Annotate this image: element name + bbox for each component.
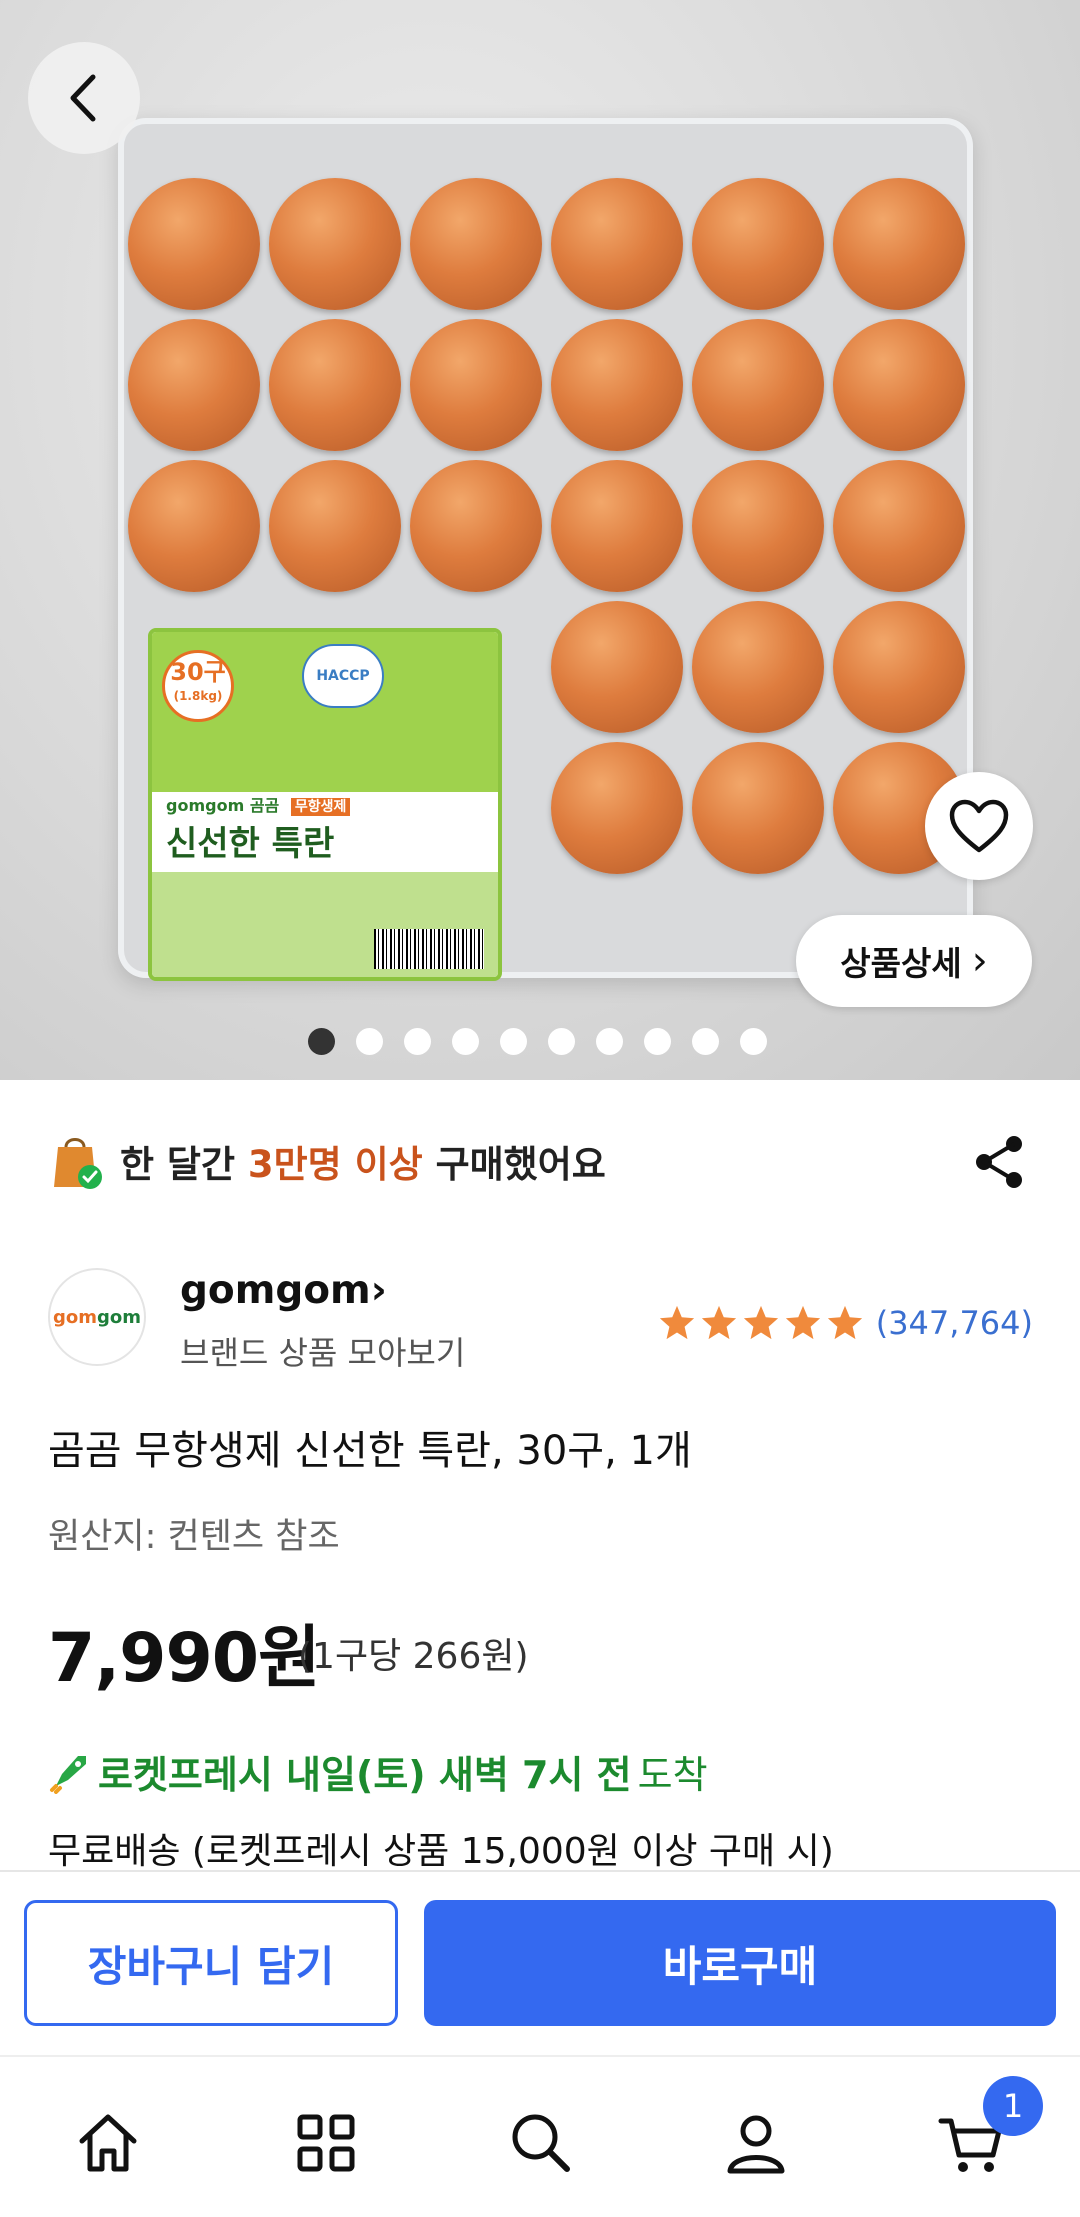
- chevron-left-icon: [70, 74, 96, 122]
- egg: [410, 178, 542, 310]
- product-detail-button[interactable]: 상품상세 ›: [796, 915, 1032, 1007]
- carousel-dot[interactable]: [548, 1028, 575, 1055]
- delivery-info: 로켓프레시 내일(토) 새벽 7시 전 도착: [48, 1744, 708, 1799]
- product-detail-label: 상품상세: [840, 944, 962, 983]
- label-tag: 무항생제: [290, 798, 351, 816]
- free-shipping-note: 무료배송 (로켓프레시 상품 15,000원 이상 구매 시): [48, 1831, 834, 1872]
- unit-price: (1구당 266원): [298, 1636, 529, 1677]
- rocket-icon: [50, 1755, 86, 1794]
- brand-section: gom gom gomgom› 브랜드 상품 모아보기 (347,764): [48, 1268, 1033, 1372]
- egg: [551, 742, 683, 874]
- brand-logo[interactable]: gom gom: [48, 1268, 146, 1366]
- review-count[interactable]: (347,764): [876, 1304, 1033, 1342]
- brand-more-link[interactable]: 브랜드 상품 모아보기: [180, 1328, 465, 1374]
- egg-tray: 30구 (1.8kg) HACCP gomgom 곰곰 무항생제 신선한 특란: [118, 118, 973, 981]
- star-icon: [743, 1305, 778, 1340]
- egg: [692, 601, 824, 733]
- barcode: [374, 929, 484, 969]
- egg: [128, 178, 260, 310]
- egg: [128, 460, 260, 592]
- product-origin: 원산지: 컨텐츠 참조: [48, 1517, 340, 1557]
- carousel-dot[interactable]: [356, 1028, 383, 1055]
- star-rating: [658, 1304, 864, 1342]
- egg: [269, 178, 401, 310]
- shopping-bag-check-icon: [50, 1131, 102, 1191]
- star-icon: [827, 1305, 862, 1340]
- egg: [692, 319, 824, 451]
- egg: [833, 178, 965, 310]
- brand-logo-text-a: gom: [52, 1306, 97, 1328]
- egg: [128, 319, 260, 451]
- carousel-dot[interactable]: [404, 1028, 431, 1055]
- star-icon: [701, 1305, 736, 1340]
- product-title: 곰곰 무항생제 신선한 특란, 30구, 1개: [48, 1428, 692, 1474]
- cart-count-badge: 1: [983, 2076, 1043, 2136]
- carousel-dot[interactable]: [308, 1028, 335, 1055]
- egg: [551, 178, 683, 310]
- carousel-indicator: [308, 1028, 767, 1055]
- wishlist-button[interactable]: [925, 772, 1033, 880]
- carousel-dot[interactable]: [452, 1028, 479, 1055]
- rating[interactable]: (347,764): [658, 1304, 1033, 1342]
- bottom-nav: [0, 2055, 1080, 2217]
- egg: [692, 742, 824, 874]
- egg: [410, 319, 542, 451]
- product-label: 30구 (1.8kg) HACCP gomgom 곰곰 무항생제 신선한 특란: [148, 628, 502, 981]
- egg: [692, 178, 824, 310]
- purchase-notice-text: 한 달간 3만명 이상 구매했어요: [120, 1134, 606, 1188]
- action-bar: 장바구니 담기 바로구매: [0, 1870, 1080, 2047]
- search-icon[interactable]: [505, 2107, 577, 2179]
- carousel-dot[interactable]: [500, 1028, 527, 1055]
- label-brand-line: gomgom 곰곰 무항생제: [166, 792, 351, 816]
- chevron-right-icon: ›: [971, 938, 988, 984]
- brand-logo-text-b: gom: [97, 1306, 142, 1328]
- carousel-dot[interactable]: [644, 1028, 671, 1055]
- add-to-cart-button[interactable]: 장바구니 담기: [24, 1900, 398, 2026]
- label-brand-kr: 곰곰: [249, 796, 280, 815]
- haccp-badge: HACCP: [302, 644, 384, 708]
- egg: [551, 460, 683, 592]
- label-weight: (1.8kg): [173, 689, 223, 703]
- egg: [833, 601, 965, 733]
- brand-name-link[interactable]: gomgom›: [180, 1268, 387, 1313]
- egg: [551, 319, 683, 451]
- star-icon: [659, 1305, 694, 1340]
- share-icon[interactable]: [970, 1132, 1030, 1192]
- carousel-dot[interactable]: [692, 1028, 719, 1055]
- egg: [551, 601, 683, 733]
- product-price: 7,990원: [48, 1619, 321, 1698]
- star-icon: [785, 1305, 820, 1340]
- delivery-arrive: 도착: [637, 1753, 708, 1797]
- egg: [833, 460, 965, 592]
- egg: [692, 460, 824, 592]
- product-image[interactable]: 30구 (1.8kg) HACCP gomgom 곰곰 무항생제 신선한 특란 …: [0, 0, 1080, 1080]
- categories-icon[interactable]: [290, 2107, 362, 2179]
- label-count: 30구: [170, 658, 226, 686]
- carousel-dot[interactable]: [740, 1028, 767, 1055]
- delivery-eta: 로켓프레시 내일(토) 새벽 7시 전: [98, 1753, 632, 1797]
- label-count-badge: 30구 (1.8kg): [162, 650, 234, 722]
- egg: [833, 319, 965, 451]
- my-account-icon[interactable]: [720, 2107, 792, 2179]
- label-brand: gomgom: [166, 796, 245, 815]
- heart-icon: [949, 799, 1009, 853]
- carousel-dot[interactable]: [596, 1028, 623, 1055]
- egg: [269, 460, 401, 592]
- buy-now-button[interactable]: 바로구매: [424, 1900, 1056, 2026]
- purchase-notice-prefix: 한 달간: [120, 1143, 248, 1186]
- egg: [269, 319, 401, 451]
- purchase-notice: 한 달간 3만명 이상 구매했어요: [50, 1130, 1030, 1192]
- purchase-notice-suffix: 구매했어요: [422, 1143, 606, 1186]
- purchase-notice-highlight: 3만명 이상: [247, 1143, 423, 1186]
- back-button[interactable]: [28, 42, 140, 154]
- label-name: 신선한 특란: [166, 824, 335, 864]
- egg: [410, 460, 542, 592]
- home-icon[interactable]: [72, 2107, 144, 2179]
